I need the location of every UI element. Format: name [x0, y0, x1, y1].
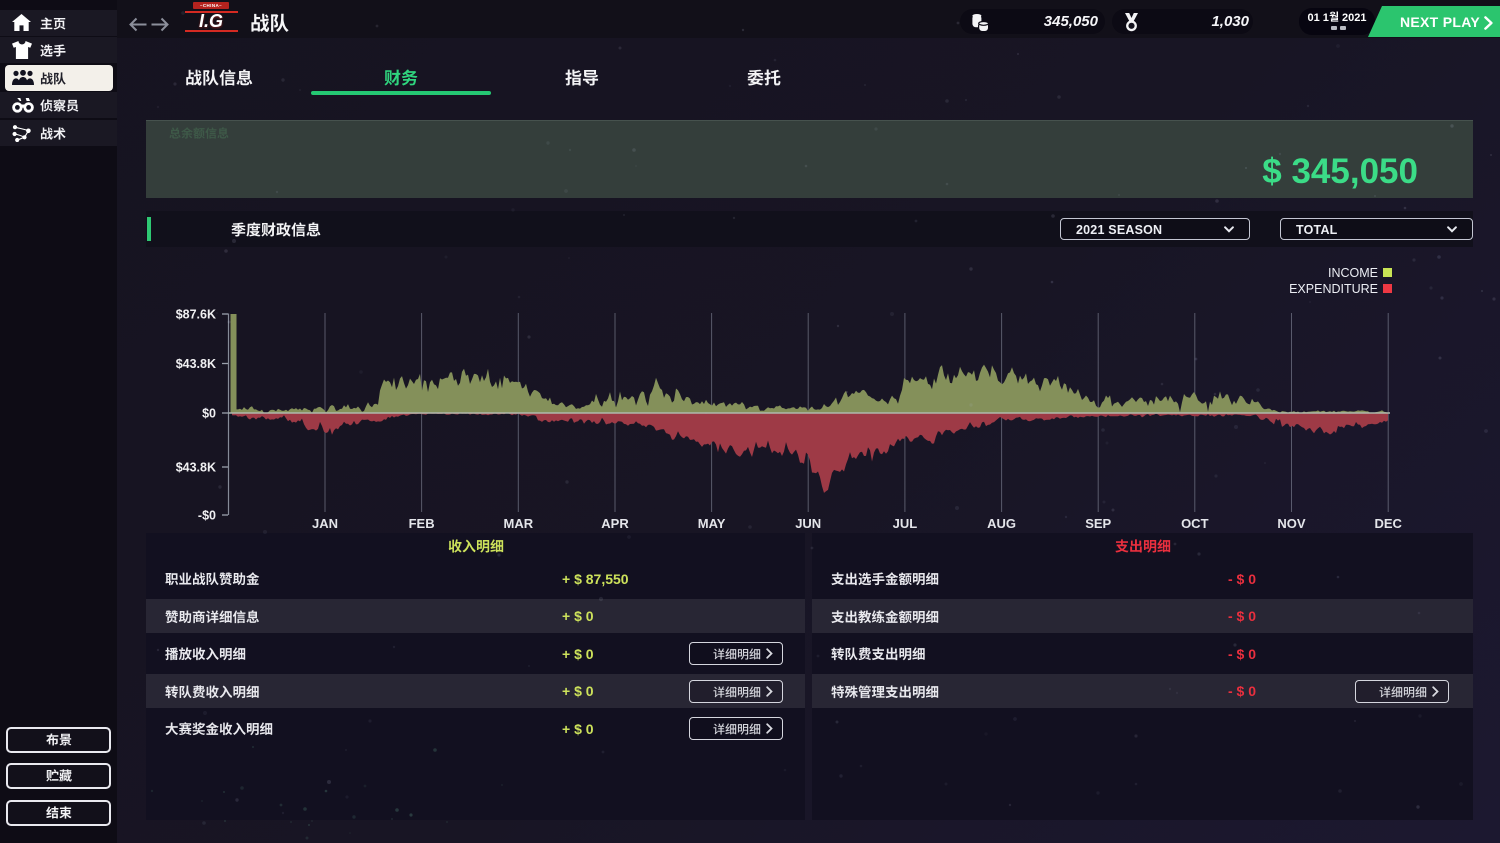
- svg-text:AUG: AUG: [987, 516, 1016, 531]
- svg-text:JUN: JUN: [795, 516, 821, 531]
- svg-text:DEC: DEC: [1374, 516, 1402, 531]
- svg-text:JAN: JAN: [312, 516, 338, 531]
- svg-text:-$0: -$0: [198, 509, 216, 523]
- svg-text:MAR: MAR: [503, 516, 533, 531]
- svg-text:FEB: FEB: [409, 516, 435, 531]
- svg-text:$43.8K: $43.8K: [176, 357, 216, 371]
- svg-text:APR: APR: [601, 516, 629, 531]
- svg-text:JUL: JUL: [893, 516, 918, 531]
- svg-text:SEP: SEP: [1085, 516, 1111, 531]
- svg-text:$43.8K: $43.8K: [176, 461, 216, 475]
- svg-text:MAY: MAY: [698, 516, 726, 531]
- svg-text:$87.6K: $87.6K: [176, 308, 216, 322]
- svg-text:NOV: NOV: [1277, 516, 1306, 531]
- svg-text:$0: $0: [202, 407, 216, 421]
- svg-text:OCT: OCT: [1181, 516, 1209, 531]
